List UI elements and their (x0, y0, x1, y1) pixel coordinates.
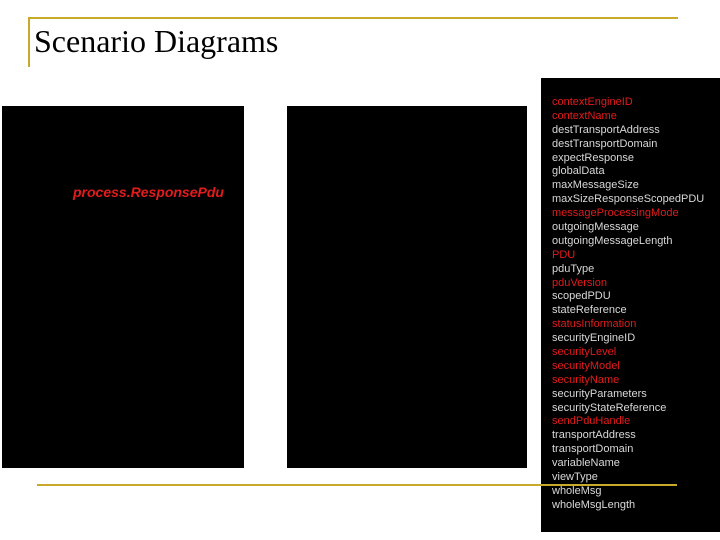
parameter-item: expectResponse (552, 151, 634, 164)
parameter-item: contextName (552, 109, 617, 122)
parameter-item: globalData (552, 165, 605, 178)
parameter-item: destTransportAddress (552, 123, 660, 136)
parameter-item: securityParameters (552, 387, 647, 400)
parameter-item: pduVersion (552, 276, 608, 289)
parameter-item: wholeMsg (552, 484, 602, 497)
title-top-rule (28, 17, 678, 19)
parameter-item: stateReference (552, 304, 627, 317)
parameter-item: PDU (552, 248, 576, 261)
parameter-item: pduType (552, 262, 595, 275)
parameter-item: transportAddress (552, 429, 636, 442)
parameter-item: contextEngineID (552, 96, 633, 108)
parameter-item: securityName (552, 373, 620, 386)
parameter-item: transportDomain (552, 443, 634, 456)
parameter-list: contextEngineID contextName destTransportA… (552, 96, 704, 513)
parameter-item: securityEngineID (552, 332, 636, 345)
parameter-item: wholeMsgLength (552, 498, 636, 511)
bottom-rule (37, 484, 677, 486)
parameter-item: securityModel (552, 359, 620, 372)
parameter-item: statusInformation (552, 318, 637, 331)
parameter-item: maxMessageSize (552, 179, 639, 192)
slide-title: Scenario Diagrams (34, 23, 279, 59)
title-left-rule (28, 17, 30, 67)
parameter-item: messageProcessingMode (552, 207, 679, 220)
parameter-item: securityLevel (552, 346, 617, 359)
process-response-pdu-label: process.ResponsePdu (73, 184, 224, 200)
parameter-item: variableName (552, 457, 620, 470)
parameter-item: maxSizeResponseScopedPDU (552, 193, 705, 206)
parameter-item: viewType (552, 471, 598, 484)
scenario-panel-middle (287, 106, 527, 468)
parameter-item: outgoingMessageLength (552, 234, 673, 247)
parameter-item: destTransportDomain (552, 137, 658, 150)
parameter-item: sendPduHandle (552, 415, 631, 428)
parameter-item: outgoingMessage (552, 221, 639, 234)
parameter-item: securityStateReference (552, 401, 667, 414)
scenario-panel-left (2, 106, 244, 468)
parameter-item: scopedPDU (552, 290, 611, 303)
